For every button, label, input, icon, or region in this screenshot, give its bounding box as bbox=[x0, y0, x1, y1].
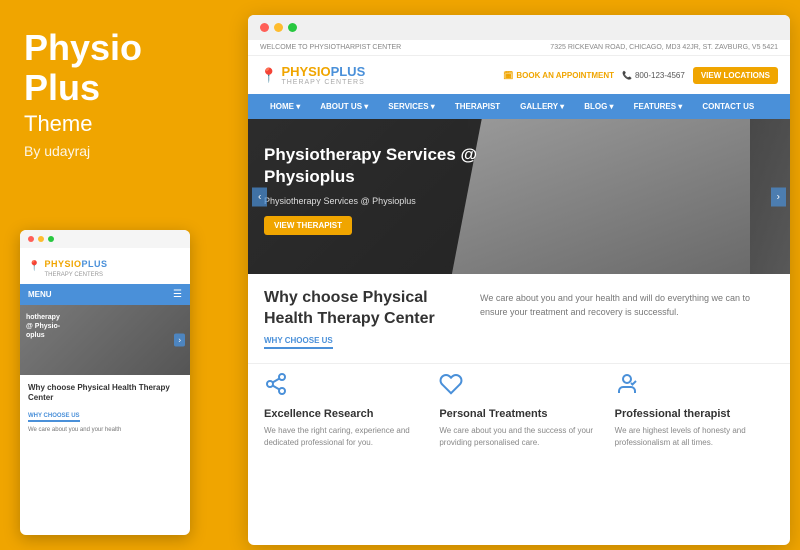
view-locations-button[interactable]: VIEW LOCATIONS bbox=[693, 67, 778, 84]
why-description: We care about you and your health and wi… bbox=[480, 288, 774, 349]
mobile-logo-pin-icon: 📍 bbox=[28, 261, 40, 272]
mobile-menu-label: MENU bbox=[28, 290, 52, 299]
view-therapist-button[interactable]: VIEW THERAPIST bbox=[264, 216, 352, 235]
browser-dot-red bbox=[260, 23, 269, 32]
mobile-content: Why choose Physical Health Therapy Cente… bbox=[20, 375, 190, 442]
feature1-title: Excellence Research bbox=[264, 408, 423, 420]
heart-icon bbox=[439, 372, 598, 402]
site-logo-sub: THERAPY CENTERS bbox=[281, 79, 365, 86]
nav-item-home[interactable]: HOME ▾ bbox=[260, 94, 310, 119]
calendar-icon: 🗓 bbox=[503, 71, 513, 80]
why-label: WHY CHOOSE US bbox=[264, 336, 333, 349]
hero-prev-arrow[interactable]: ‹ bbox=[252, 187, 267, 206]
nav-item-therapist[interactable]: THERAPIST bbox=[445, 94, 510, 119]
browser-window: WELCOME TO PHYSIOTHARPIST CENTER 7325 RI… bbox=[248, 15, 790, 545]
left-panel: Physio Plus Theme By udayraj 📍 PHYSIOPLU… bbox=[0, 0, 245, 550]
site-navigation: HOME ▾ ABOUT US ▾ SERVICES ▾ THERAPIST G… bbox=[248, 94, 790, 119]
mobile-body-text: We care about you and your health bbox=[28, 426, 182, 434]
site-header-right: 🗓 BOOK AN APPOINTMENT 📞 800-123-4567 VIE… bbox=[503, 67, 778, 84]
appointment-button[interactable]: 🗓 BOOK AN APPOINTMENT bbox=[503, 71, 614, 80]
mobile-dot-green bbox=[48, 236, 54, 242]
feature1-text: We have the right caring, experience and… bbox=[264, 425, 423, 449]
hero-content: Physiotherapy Services @ Physioplus Phys… bbox=[248, 119, 790, 260]
browser-dot-green bbox=[288, 23, 297, 32]
nav-item-blog[interactable]: BLOG ▾ bbox=[574, 94, 623, 119]
mobile-header: 📍 PHYSIOPLUS THERAPY CENTERS bbox=[20, 248, 190, 284]
site-header: 📍 PHYSIOPLUS THERAPY CENTERS 🗓 BOOK AN A… bbox=[248, 56, 790, 94]
mobile-dot-yellow bbox=[38, 236, 44, 242]
feature2-title: Personal Treatments bbox=[439, 408, 598, 420]
feature2-text: We care about you and the success of you… bbox=[439, 425, 598, 449]
theme-subtitle: Theme bbox=[24, 111, 221, 137]
phone-display: 📞 800-123-4567 bbox=[622, 71, 685, 80]
features-section: Excellence Research We have the right ca… bbox=[248, 363, 790, 463]
why-left: Why choose Physical Health Therapy Cente… bbox=[264, 288, 464, 349]
site-topbar-address: 7325 RICKEVAN ROAD, CHICAGO, MD3 42JR, S… bbox=[550, 44, 778, 51]
site-topbar-welcome: WELCOME TO PHYSIOTHARPIST CENTER bbox=[260, 44, 401, 51]
mobile-dot-red bbox=[28, 236, 34, 242]
nav-item-about[interactable]: ABOUT US ▾ bbox=[310, 94, 378, 119]
browser-titlebar bbox=[248, 15, 790, 40]
nav-item-features[interactable]: FEATURES ▾ bbox=[624, 94, 693, 119]
theme-title-line1: Physio bbox=[24, 27, 142, 68]
mobile-hero: hotherapy @ Physio- oplus › bbox=[20, 305, 190, 375]
feature-professional: Professional therapist We are highest le… bbox=[615, 372, 774, 449]
mobile-nav: MENU ☰ bbox=[20, 284, 190, 305]
hero-subtitle: Physiotherapy Services @ Physioplus bbox=[264, 196, 774, 206]
browser-dot-yellow bbox=[274, 23, 283, 32]
mobile-section-title: Why choose Physical Health Therapy Cente… bbox=[28, 383, 182, 404]
mobile-hero-text: hotherapy @ Physio- oplus bbox=[26, 313, 60, 340]
feature3-title: Professional therapist bbox=[615, 408, 774, 420]
mobile-hero-next-arrow[interactable]: › bbox=[174, 334, 185, 347]
theme-title: Physio Plus bbox=[24, 28, 221, 107]
theme-title-line2: Plus bbox=[24, 67, 100, 108]
hero-section: Physiotherapy Services @ Physioplus Phys… bbox=[248, 119, 790, 274]
hero-title: Physiotherapy Services @ Physioplus bbox=[264, 144, 504, 188]
why-section: Why choose Physical Health Therapy Cente… bbox=[248, 274, 790, 363]
mobile-titlebar bbox=[20, 230, 190, 248]
share-icon bbox=[264, 372, 423, 402]
site-logo: 📍 PHYSIOPLUS THERAPY CENTERS bbox=[260, 64, 365, 86]
nav-item-gallery[interactable]: GALLERY ▾ bbox=[510, 94, 574, 119]
feature-excellence: Excellence Research We have the right ca… bbox=[264, 372, 423, 449]
hero-next-arrow[interactable]: › bbox=[771, 187, 786, 206]
nav-item-contact[interactable]: CONTACT US bbox=[692, 94, 764, 119]
mobile-logo-sub: THERAPY CENTERS bbox=[44, 272, 107, 278]
feature3-text: We are highest levels of honesty and pro… bbox=[615, 425, 774, 449]
site-logo-text: PHYSIOPLUS bbox=[281, 64, 365, 79]
mobile-preview: 📍 PHYSIOPLUS THERAPY CENTERS MENU ☰ hoth… bbox=[20, 230, 190, 535]
theme-by: By udayraj bbox=[24, 143, 221, 159]
why-title: Why choose Physical Health Therapy Cente… bbox=[264, 288, 464, 330]
nav-item-services[interactable]: SERVICES ▾ bbox=[378, 94, 445, 119]
phone-icon: 📞 bbox=[622, 71, 632, 80]
site-logo-pin-icon: 📍 bbox=[260, 67, 277, 84]
mobile-why-label: WHY CHOOSE US bbox=[28, 413, 80, 422]
mobile-logo-text: PHYSIOPLUS bbox=[44, 259, 107, 269]
mobile-hamburger-icon[interactable]: ☰ bbox=[173, 289, 182, 300]
feature-personal: Personal Treatments We care about you an… bbox=[439, 372, 598, 449]
site-topbar: WELCOME TO PHYSIOTHARPIST CENTER 7325 RI… bbox=[248, 40, 790, 56]
person-icon bbox=[615, 372, 774, 402]
